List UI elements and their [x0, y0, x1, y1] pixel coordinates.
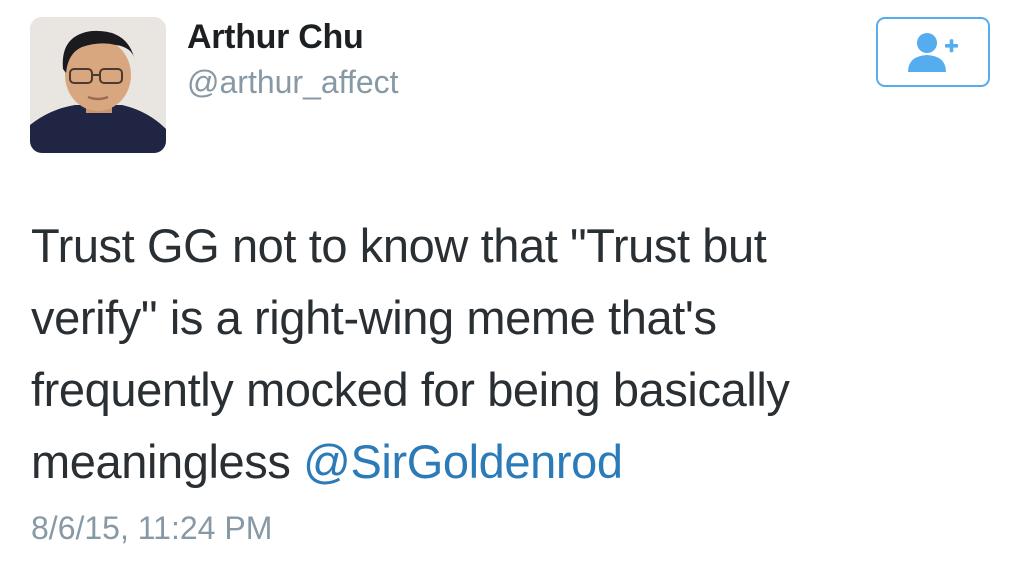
- user-handle[interactable]: @arthur_affect: [187, 64, 399, 101]
- tweet-text-line: meaningless @SirGoldenrod: [31, 426, 991, 498]
- display-name[interactable]: Arthur Chu: [187, 18, 364, 57]
- avatar-photo: [30, 17, 166, 153]
- avatar[interactable]: [30, 17, 166, 153]
- timestamp[interactable]: 8/6/15, 11:24 PM: [31, 510, 272, 547]
- tweet-text: Trust GG not to know that "Trust but ver…: [31, 210, 991, 498]
- tweet-text-line: Trust GG not to know that "Trust but: [31, 219, 767, 272]
- tweet-card: Arthur Chu @arthur_affect Trust GG not t…: [0, 0, 1024, 563]
- tweet-text-line: verify" is a right-wing meme that's: [31, 291, 717, 344]
- follow-button[interactable]: [876, 17, 990, 87]
- tweet-text-segment: meaningless: [31, 435, 304, 488]
- add-user-icon: [908, 33, 958, 72]
- mention-link[interactable]: @SirGoldenrod: [303, 435, 623, 488]
- tweet-text-line: frequently mocked for being basically: [31, 363, 790, 416]
